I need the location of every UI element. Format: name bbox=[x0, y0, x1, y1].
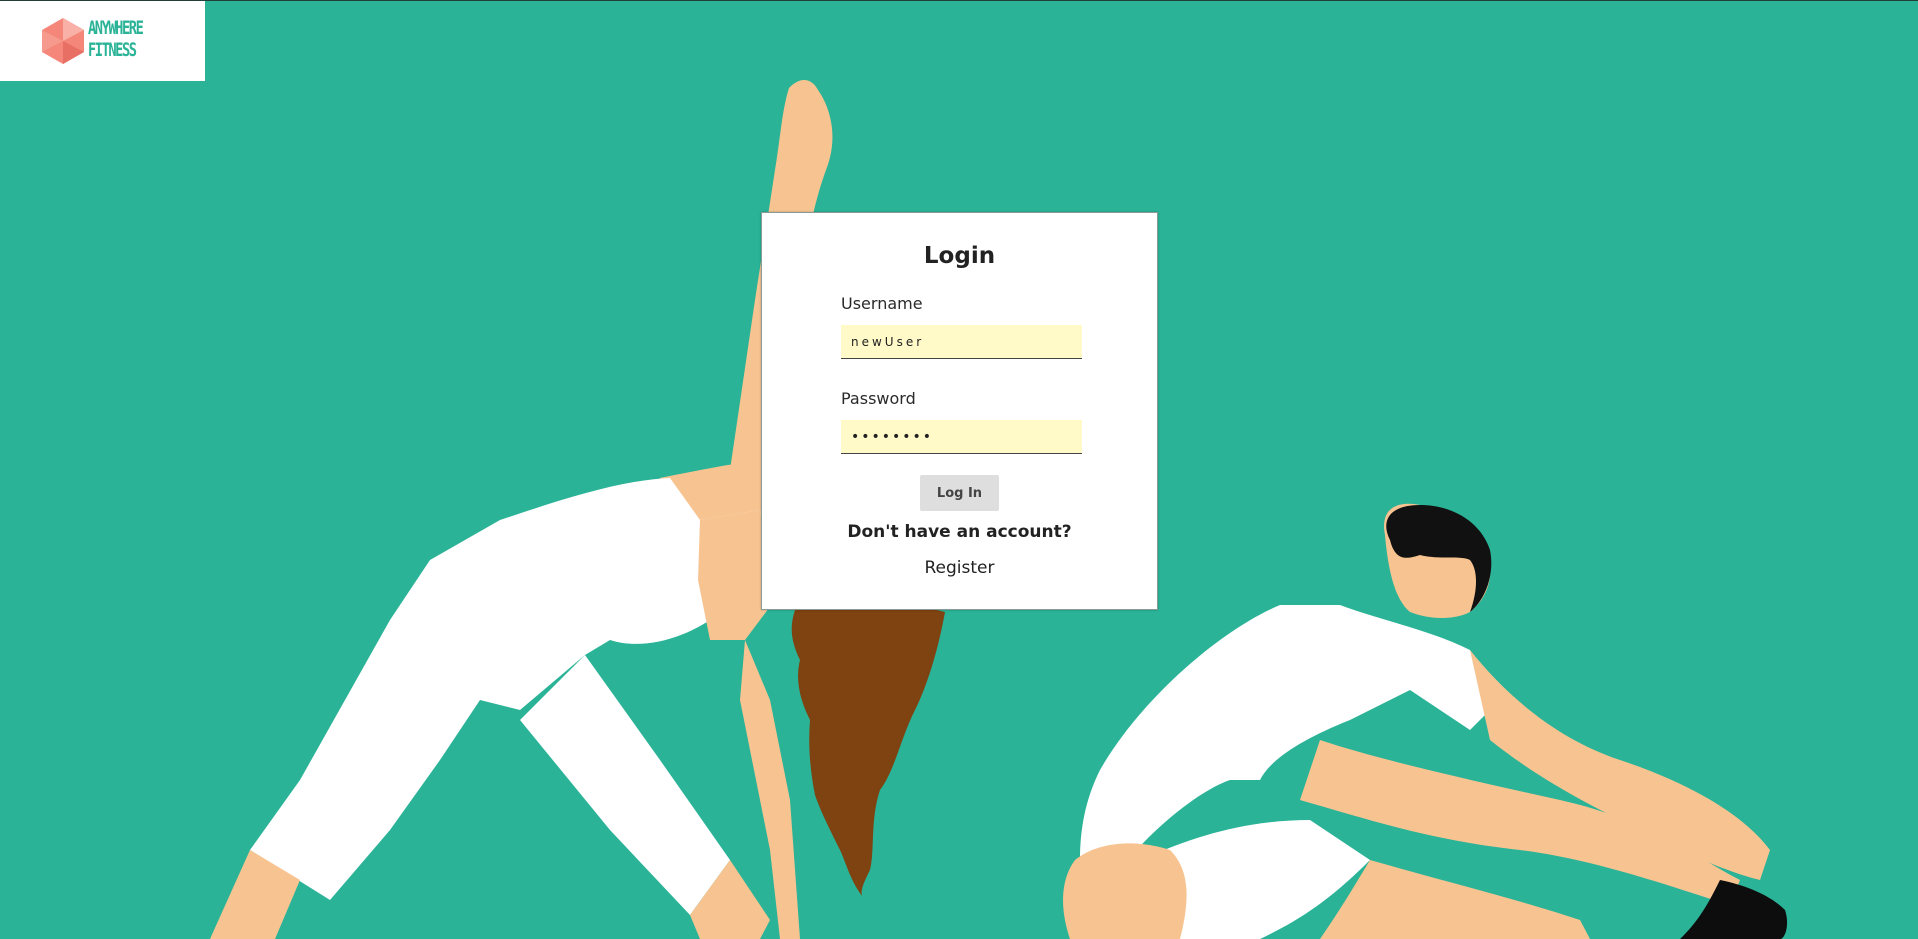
hexagon-logo-icon bbox=[42, 18, 84, 64]
login-card: Login Username Password Log In Don't hav… bbox=[761, 212, 1158, 610]
login-title: Login bbox=[923, 243, 996, 269]
brand-name-line1: ANYWHERE bbox=[88, 17, 144, 39]
brand-name-line2: FITNESS bbox=[88, 39, 137, 61]
username-input[interactable] bbox=[841, 325, 1082, 359]
brand-name: ANYWHERE FITNESS bbox=[88, 17, 144, 61]
login-button[interactable]: Log In bbox=[920, 475, 999, 511]
register-link[interactable]: Register bbox=[762, 558, 1157, 578]
username-label: Username bbox=[841, 294, 923, 313]
man-figure bbox=[1063, 503, 1788, 939]
no-account-text: Don't have an account? bbox=[847, 522, 1072, 542]
brand-logo[interactable]: ANYWHERE FITNESS bbox=[0, 1, 205, 81]
password-label: Password bbox=[841, 389, 916, 408]
password-input[interactable] bbox=[841, 420, 1082, 454]
